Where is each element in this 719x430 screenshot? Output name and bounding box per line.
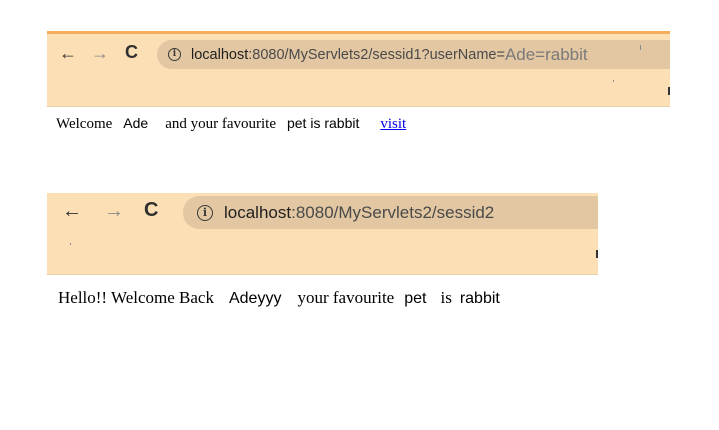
hello-text: Hello!! Welcome Back (58, 288, 214, 307)
url-query-value: Ade=rabbit (504, 44, 588, 64)
divider-mark (613, 80, 614, 82)
reload-icon[interactable]: C (144, 200, 158, 220)
forward-arrow-icon[interactable]: → (104, 201, 124, 221)
address-bar[interactable]: i localhost:8080/MyServlets2/sessid1?use… (157, 40, 670, 69)
welcome-line: Welcome Ade and your favourite pet is ra… (56, 115, 406, 133)
pet-label: pet (404, 290, 427, 307)
visit-link[interactable]: visit (380, 116, 406, 133)
favourite-text: your favourite (297, 288, 395, 307)
url-path: :8080/MyServlets2/sessid2 (291, 202, 495, 222)
divider-mark (70, 243, 71, 245)
browser-toolbar-1: ← → C i localhost:8080/MyServlets2/sessi… (47, 31, 670, 107)
user-name: Adeyyy (228, 290, 282, 307)
browser-toolbar-2: ← → C i localhost:8080/MyServlets2/sessi… (47, 193, 598, 275)
info-icon[interactable]: i (168, 48, 181, 61)
welcome-text: Welcome (56, 116, 113, 132)
url-host: localhost (224, 202, 292, 222)
divider-mark (640, 45, 641, 50)
info-icon[interactable]: i (197, 204, 213, 221)
url-host: localhost (191, 46, 249, 63)
user-name: Ade (123, 115, 149, 131)
forward-arrow-icon[interactable]: → (91, 44, 109, 62)
pet-text: pet is rabbit (286, 115, 360, 131)
divider-mark (596, 250, 598, 258)
back-arrow-icon[interactable]: ← (62, 201, 82, 221)
is-text: is (440, 288, 452, 307)
pet-animal: rabbit (459, 290, 500, 307)
url-path: :8080/MyServlets2/sessid1?userName= (248, 46, 505, 63)
address-bar[interactable]: i localhost:8080/MyServlets2/sessid2 (183, 196, 598, 229)
reload-icon[interactable]: C (125, 43, 138, 61)
welcome-back-line: Hello!! Welcome Back Adeyyy your favouri… (58, 288, 500, 308)
divider-mark (668, 87, 670, 95)
back-arrow-icon[interactable]: ← (59, 44, 77, 62)
favourite-text: and your favourite (165, 116, 276, 132)
